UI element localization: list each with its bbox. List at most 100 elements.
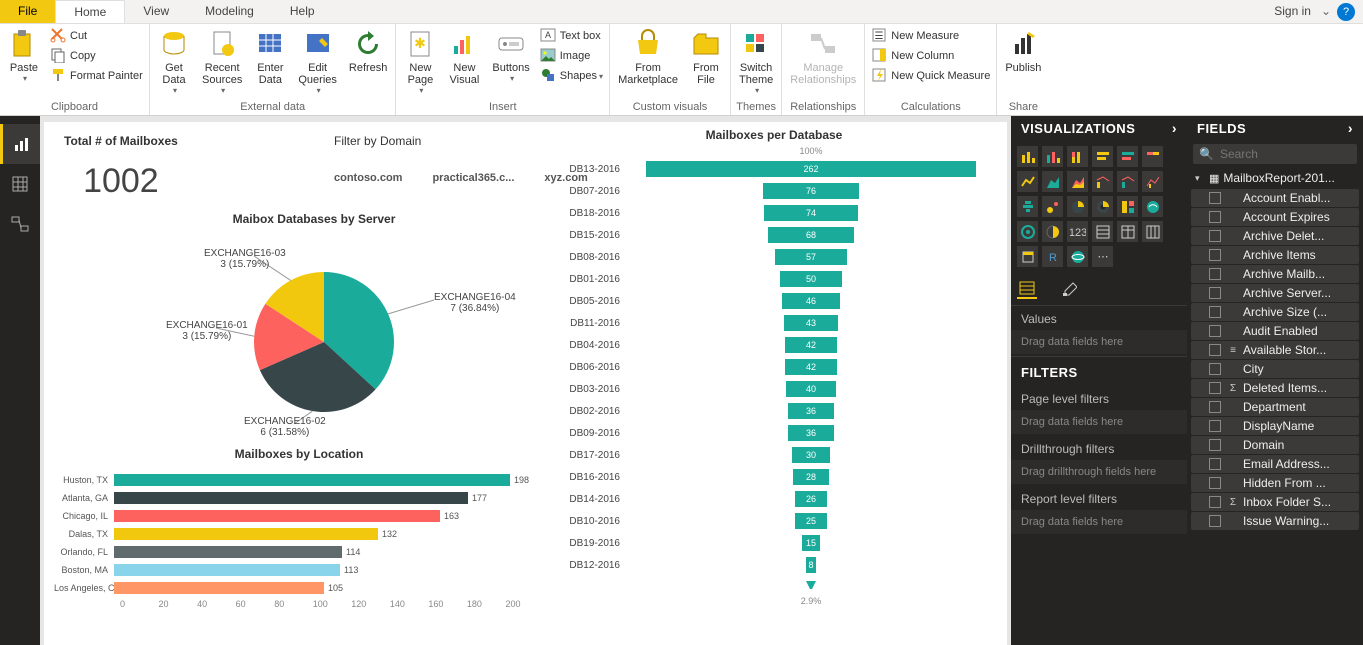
funnel-bar-row[interactable]: DB01-201650 [554,268,994,290]
chevron-right-icon[interactable]: › [1172,120,1177,136]
viz-type-button[interactable] [1117,146,1138,167]
checkbox[interactable] [1209,401,1221,413]
funnel-bar-row[interactable]: DB07-201676 [554,180,994,202]
field-item[interactable]: Hidden From ... [1191,474,1359,492]
help-icon[interactable]: ? [1337,3,1355,21]
viz-type-button[interactable] [1042,196,1063,217]
checkbox[interactable] [1209,477,1221,489]
location-bar-row[interactable]: Orlando, FL114 [54,543,544,561]
funnel-bar-row[interactable]: DB10-201625 [554,510,994,532]
checkbox[interactable] [1209,306,1221,318]
funnel-chart[interactable]: DB13-2016262DB07-201676DB18-201674DB15-2… [554,158,994,576]
slicer-option[interactable]: contoso.com [334,172,402,184]
enter-data-button[interactable]: Enter Data [248,26,292,88]
field-item[interactable]: Audit Enabled [1191,322,1359,340]
switch-theme-button[interactable]: Switch Theme▾ [733,26,779,97]
viz-type-button[interactable] [1067,146,1088,167]
page-filters-drop[interactable]: Drag data fields here [1011,410,1187,434]
refresh-button[interactable]: Refresh [343,26,394,76]
field-item[interactable]: Archive Server... [1191,284,1359,302]
field-item[interactable]: Account Expires [1191,208,1359,226]
from-marketplace-button[interactable]: From Marketplace [612,26,684,88]
checkbox[interactable] [1209,458,1221,470]
viz-gallery[interactable]: 123R ⋯ [1011,140,1187,273]
funnel-bar-row[interactable]: DB16-201628 [554,466,994,488]
funnel-bar-row[interactable]: DB05-201646 [554,290,994,312]
checkbox[interactable] [1209,363,1221,375]
funnel-bar-row[interactable]: DB19-201615 [554,532,994,554]
funnel-bar-row[interactable]: DB18-201674 [554,202,994,224]
field-item[interactable]: Issue Warning... [1191,512,1359,530]
field-item[interactable]: Email Address... [1191,455,1359,473]
checkbox[interactable] [1209,230,1221,242]
recent-sources-button[interactable]: Recent Sources▾ [196,26,248,97]
location-bar-row[interactable]: Boston, MA113 [54,561,544,579]
viz-type-button[interactable] [1017,146,1038,167]
viz-type-button[interactable] [1092,196,1113,217]
viz-type-button[interactable] [1117,221,1138,242]
new-measure-button[interactable]: ☰New Measure [867,26,994,46]
viz-type-button[interactable] [1017,246,1038,267]
drill-filters-drop[interactable]: Drag drillthrough fields here [1011,460,1187,484]
location-bar-row[interactable]: Atlanta, GA177 [54,489,544,507]
format-button[interactable] [1059,279,1079,299]
paste-button[interactable]: Paste ▾ [2,26,46,85]
location-bar-row[interactable]: Huston, TX198 [54,471,544,489]
viz-type-button[interactable] [1092,171,1113,192]
model-view-button[interactable] [0,204,40,244]
pie-chart[interactable]: EXCHANGE16-047 (36.84%)EXCHANGE16-026 (3… [104,232,524,442]
tab-modeling[interactable]: Modeling [187,0,272,23]
field-item[interactable]: Account Enabl... [1191,189,1359,207]
tab-file[interactable]: File [0,0,55,23]
funnel-bar-row[interactable]: DB12-20168 [554,554,994,576]
cut-button[interactable]: Cut [46,26,147,46]
manage-relationships-button[interactable]: Manage Relationships [784,26,862,88]
viz-type-button[interactable] [1142,146,1163,167]
viz-type-button[interactable] [1067,171,1088,192]
copy-button[interactable]: Copy [46,46,147,66]
viz-type-button[interactable]: ⋯ [1092,246,1113,267]
edit-queries-button[interactable]: Edit Queries▾ [292,26,343,97]
field-item[interactable]: City [1191,360,1359,378]
funnel-bar-row[interactable]: DB17-201630 [554,444,994,466]
values-drop[interactable]: Drag data fields here [1011,330,1187,354]
tab-home[interactable]: Home [55,0,125,23]
checkbox[interactable] [1209,382,1221,394]
funnel-bar-row[interactable]: DB02-201636 [554,400,994,422]
checkbox[interactable] [1209,268,1221,280]
funnel-bar-row[interactable]: DB15-201668 [554,224,994,246]
viz-type-button[interactable] [1017,171,1038,192]
viz-type-button[interactable]: R [1042,246,1063,267]
get-data-button[interactable]: Get Data▾ [152,26,196,97]
from-file-button[interactable]: From File [684,26,728,88]
viz-type-button[interactable] [1042,146,1063,167]
funnel-bar-row[interactable]: DB09-201636 [554,422,994,444]
field-item[interactable]: Archive Items [1191,246,1359,264]
viz-type-button[interactable] [1142,221,1163,242]
format-painter-button[interactable]: Format Painter [46,66,147,86]
field-item[interactable]: Archive Size (... [1191,303,1359,321]
viz-type-button[interactable]: 123 [1067,221,1088,242]
textbox-button[interactable]: AText box [536,26,607,46]
viz-type-button[interactable] [1092,146,1113,167]
image-button[interactable]: Image [536,46,607,66]
fields-search[interactable]: 🔍 [1193,144,1357,164]
chevron-right-icon[interactable]: › [1348,120,1353,136]
report-filters-drop[interactable]: Drag data fields here [1011,510,1187,534]
funnel-bar-row[interactable]: DB11-201643 [554,312,994,334]
viz-type-button[interactable] [1142,196,1163,217]
location-bar-row[interactable]: Los Angeles, CA105 [54,579,544,597]
funnel-bar-row[interactable]: DB08-201657 [554,246,994,268]
new-page-button[interactable]: ✱New Page▾ [398,26,442,97]
viz-type-button[interactable] [1142,171,1163,192]
field-item[interactable]: Department [1191,398,1359,416]
viz-type-button[interactable] [1117,171,1138,192]
funnel-bar-row[interactable]: DB14-201626 [554,488,994,510]
checkbox[interactable] [1209,249,1221,261]
report-view-button[interactable] [0,124,40,164]
tab-view[interactable]: View [125,0,187,23]
viz-type-button[interactable] [1017,196,1038,217]
publish-button[interactable]: Publish [999,26,1047,76]
data-view-button[interactable] [0,164,40,204]
viz-type-button[interactable] [1067,246,1088,267]
